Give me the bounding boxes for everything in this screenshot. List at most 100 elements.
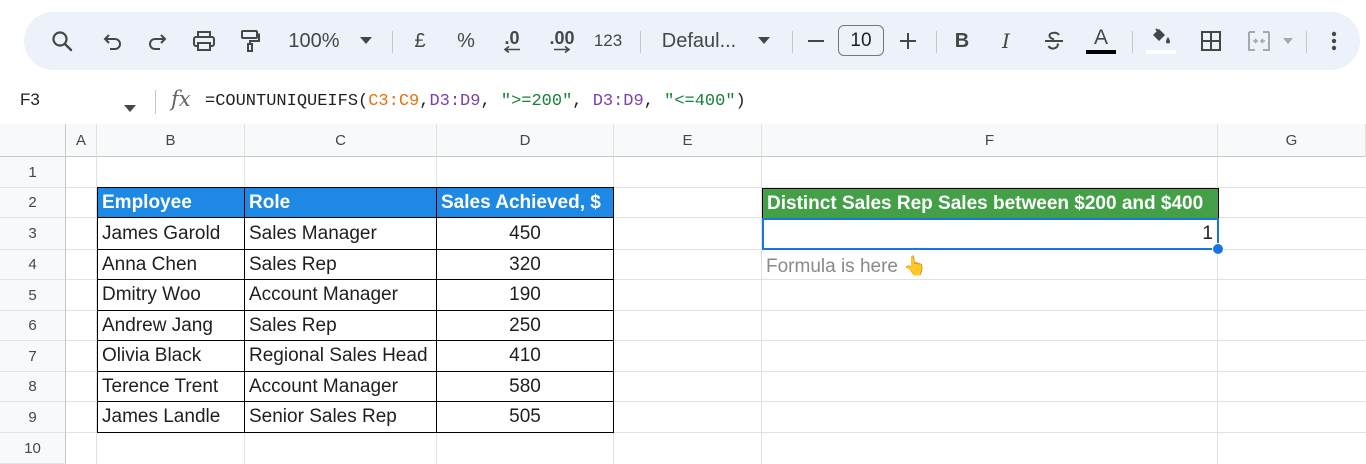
formula-token: =COUNTUNIQUEIFS( [205,92,369,111]
fill-color-swatch [1146,50,1176,54]
selected-cell-border [762,218,1219,250]
table-cell[interactable]: James Landle [97,401,245,433]
table-cell[interactable]: Sales Rep [244,249,437,280]
currency-button[interactable]: £ [408,12,432,70]
column-header-b[interactable]: B [97,124,245,157]
paint-format-icon[interactable] [236,12,264,70]
name-box[interactable]: F3 [20,90,40,110]
italic-button[interactable]: I [994,12,1018,70]
table-cell[interactable]: Account Manager [244,279,437,311]
row-header-3[interactable]: 3 [0,218,66,250]
table-cell[interactable]: Sales Rep [244,310,437,341]
fx-icon: fx [171,87,191,111]
fill-color-icon[interactable] [1144,12,1178,70]
row-header-7[interactable]: 7 [0,341,66,372]
decrease-decimal-button[interactable]: .0 [496,12,528,70]
number-format-button[interactable]: 123 [590,12,626,70]
table-cell[interactable]: Andrew Jang [97,310,245,341]
divider [1132,31,1133,53]
strikethrough-icon[interactable] [1040,12,1068,70]
row-header-2[interactable]: 2 [0,188,66,218]
table-cell[interactable]: 450 [436,217,614,250]
column-header-c[interactable]: C [245,124,437,157]
divider [640,31,641,53]
redo-icon[interactable] [144,12,170,70]
formula-token: ) [735,92,746,111]
decrease-decimal-label: .0 [504,27,520,48]
result-header[interactable]: Distinct Sales Rep Sales between $200 an… [762,188,1219,219]
formula-token: , [643,92,665,111]
formula-note[interactable]: Formula is here 👆 [762,250,1219,281]
chevron-down-icon[interactable] [356,12,376,70]
chevron-down-icon[interactable] [124,99,136,117]
row-header-1[interactable]: 1 [0,157,66,188]
toolbar: 100% £ % .0 .00 123 Defaul... 10 B I A [24,12,1360,70]
formula-token: "<=400" [664,92,736,111]
more-vert-icon[interactable] [1324,12,1344,70]
column-header-d[interactable]: D [437,124,614,157]
font-size-input[interactable]: 10 [838,25,884,56]
formula-input[interactable]: =COUNTUNIQUEIFS(C3:C9,D3:D9, ">=200", D3… [205,92,746,111]
divider [936,31,937,53]
formula-token: , [419,92,430,111]
bold-button[interactable]: B [950,12,974,70]
formula-token: ">=200" [500,92,573,111]
formula-token: C3:C9 [368,92,420,111]
table-cell[interactable]: 250 [436,310,614,341]
table-cell[interactable]: Sales Manager [244,217,437,250]
increase-decimal-button[interactable]: .00 [544,12,580,70]
table-cell[interactable]: 320 [436,249,614,280]
formula-token: , [572,92,593,111]
row-header-10[interactable]: 10 [0,433,66,464]
divider [792,31,793,53]
table-cell[interactable]: 505 [436,401,614,433]
formula-token: D3:D9 [429,92,481,111]
row-header-4[interactable]: 4 [0,250,66,280]
merge-cells-icon[interactable] [1246,12,1272,70]
row-header-6[interactable]: 6 [0,311,66,341]
increase-decimal-label: .00 [549,27,575,48]
arrow-left-icon [503,45,520,53]
row-header-8[interactable]: 8 [0,372,66,402]
chevron-down-icon[interactable] [1280,12,1296,70]
row-header-5[interactable]: 5 [0,280,66,311]
row-header-9[interactable]: 9 [0,402,66,433]
undo-icon[interactable] [100,12,126,70]
percent-button[interactable]: % [454,12,478,70]
zoom-value[interactable]: 100% [286,12,342,70]
table-cell[interactable]: Senior Sales Rep [244,401,437,433]
text-color-button[interactable]: A [1086,12,1116,70]
table-cell[interactable]: Anna Chen [97,249,245,280]
text-color-swatch [1086,50,1116,54]
table-cell[interactable]: 580 [436,371,614,402]
table-cell[interactable]: Olivia Black [97,340,245,372]
table-cell[interactable]: Account Manager [244,371,437,402]
formula-token: , [480,92,501,111]
text-color-label: A [1093,26,1108,49]
arrow-right-icon [554,45,571,53]
select-all-corner[interactable] [0,124,66,159]
column-header-f[interactable]: F [762,124,1218,157]
table-cell[interactable]: 410 [436,340,614,372]
plus-icon[interactable] [896,12,920,70]
table-cell[interactable]: James Garold [97,217,245,250]
column-header-e[interactable]: E [614,124,762,157]
table-cell[interactable]: Regional Sales Head [244,340,437,372]
chevron-down-icon[interactable] [754,12,774,70]
table-cell[interactable]: Terence Trent [97,371,245,402]
search-icon[interactable] [48,12,76,70]
column-header-a[interactable]: A [66,124,97,157]
table-header-cell[interactable]: Role [244,187,437,218]
table-header-cell[interactable]: Sales Achieved, $ [436,187,614,218]
print-icon[interactable] [190,12,218,70]
column-header-g[interactable]: G [1218,124,1366,157]
table-header-cell[interactable]: Employee [97,187,245,218]
divider [155,90,156,114]
borders-icon[interactable] [1198,12,1224,70]
table-cell[interactable]: 190 [436,279,614,311]
divider [392,31,393,53]
table-cell[interactable]: Dmitry Woo [97,279,245,311]
formula-token: D3:D9 [592,92,644,111]
font-family-select[interactable]: Defaul... [658,12,740,70]
minus-icon[interactable] [804,12,828,70]
